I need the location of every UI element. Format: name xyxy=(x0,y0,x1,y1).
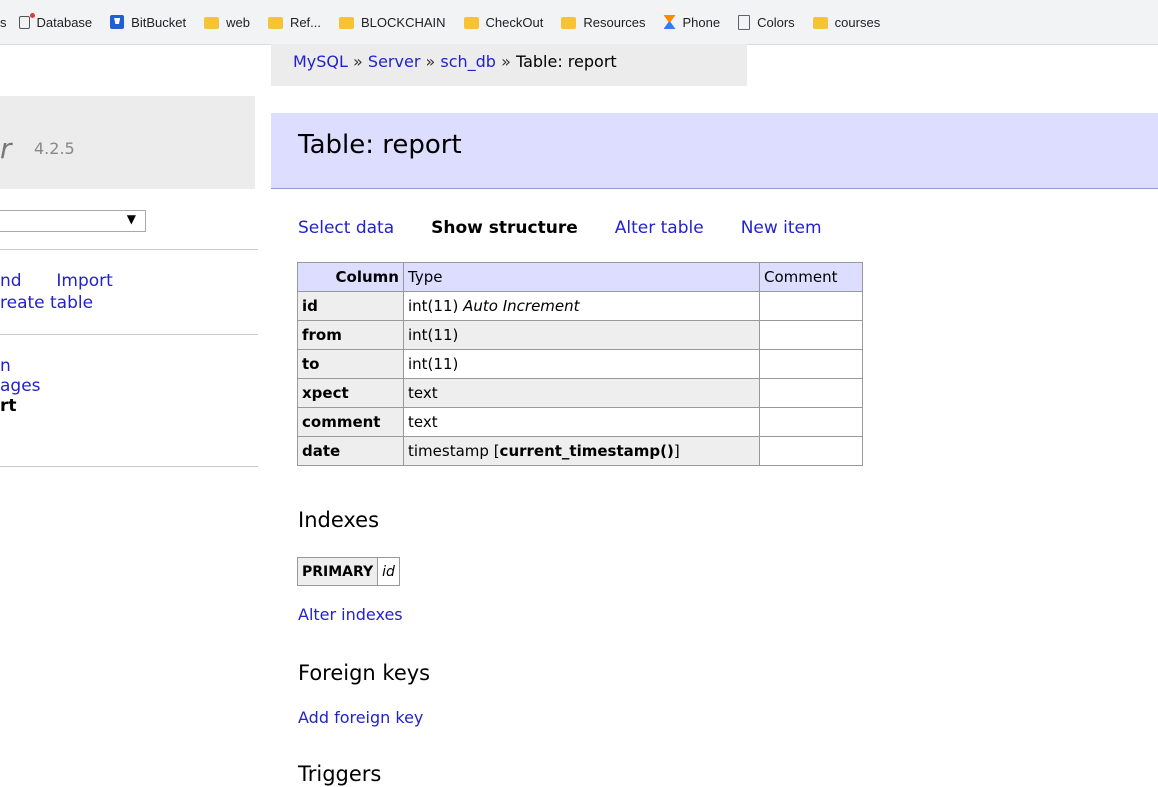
folder-icon xyxy=(812,17,828,29)
column-comment xyxy=(759,378,863,408)
app-logo-fragment[interactable]: r xyxy=(0,132,12,165)
bookmark-courses[interactable]: courses xyxy=(812,15,880,30)
column-name: id xyxy=(297,291,404,321)
column-type: int(11) Auto Increment xyxy=(403,291,760,321)
table-header: Table: report xyxy=(271,113,1158,189)
column-name: xpect xyxy=(297,378,404,408)
folder-icon xyxy=(463,17,479,29)
app-version: 4.2.5 xyxy=(34,139,75,158)
new-item-link[interactable]: New item xyxy=(741,218,822,238)
sql-command-link[interactable]: nd xyxy=(0,271,22,291)
bookmark-database[interactable]: Database xyxy=(18,12,92,30)
breadcrumb-separator: » xyxy=(425,52,436,71)
sidebar-table-item[interactable]: ages xyxy=(0,376,41,396)
page-title: Table: report xyxy=(298,130,462,160)
select-data-link[interactable]: Select data xyxy=(298,218,394,238)
index-type: PRIMARY xyxy=(296,557,379,586)
column-type: int(11) xyxy=(403,320,760,350)
column-header-comment: Comment xyxy=(759,262,863,292)
table-row: PRIMARY id xyxy=(296,557,400,586)
page-icon xyxy=(738,14,751,30)
sidebar-divider xyxy=(0,249,258,250)
database-icon xyxy=(18,12,35,29)
bookmarks-bar: s Database BitBucket web Ref... BLOCKCHA… xyxy=(0,0,1158,45)
breadcrumb-current: Table: report xyxy=(515,52,617,71)
import-link[interactable]: Import xyxy=(56,271,112,291)
bookmark-bitbucket[interactable]: BitBucket xyxy=(110,15,186,30)
column-header-type: Type xyxy=(403,262,760,292)
folder-icon xyxy=(561,17,577,29)
bookmark-ref[interactable]: Ref... xyxy=(267,15,321,30)
column-comment xyxy=(759,436,863,466)
breadcrumb-separator: » xyxy=(353,52,363,71)
column-name: date xyxy=(297,436,404,466)
column-comment xyxy=(759,407,863,437)
sidebar-divider xyxy=(0,334,258,335)
type-text: int(11) xyxy=(408,297,459,315)
sidebar-table-list: n ages rt xyxy=(0,356,41,416)
table-row: comment text xyxy=(297,407,863,437)
bitbucket-icon xyxy=(110,15,125,29)
bookmark-blockchain[interactable]: BLOCKCHAIN xyxy=(339,15,446,30)
show-structure-link[interactable]: Show structure xyxy=(431,218,578,238)
type-text: timestamp xyxy=(408,442,489,460)
sidebar-links: nd Import reate table xyxy=(0,270,113,314)
database-select[interactable]: ▼ xyxy=(0,210,146,232)
bookmark-resources[interactable]: Resources xyxy=(561,15,646,30)
table-actions: Select data Show structure Alter table N… xyxy=(298,218,859,238)
hourglass-icon xyxy=(663,15,676,29)
column-type: text xyxy=(403,407,760,437)
bookmark-colors[interactable]: Colors xyxy=(738,14,795,30)
breadcrumb-mysql[interactable]: MySQL xyxy=(293,52,348,71)
table-row: xpect text xyxy=(297,378,863,408)
dropdown-arrow-icon: ▼ xyxy=(126,212,136,226)
add-foreign-key-link[interactable]: Add foreign key xyxy=(298,708,423,727)
column-header-column: Column xyxy=(297,262,404,292)
bookmark-phone[interactable]: Phone xyxy=(663,15,720,30)
table-row: from int(11) xyxy=(297,320,863,350)
index-column: id xyxy=(377,557,400,586)
folder-icon xyxy=(339,17,355,29)
table-row: date timestamp [current_timestamp()] xyxy=(297,436,863,466)
foreign-keys-heading: Foreign keys xyxy=(298,661,431,685)
column-comment xyxy=(759,291,863,321)
bookmark-checkout[interactable]: CheckOut xyxy=(463,15,543,30)
alter-indexes-link[interactable]: Alter indexes xyxy=(298,605,403,624)
column-name: from xyxy=(297,320,404,350)
type-extra: Auto Increment xyxy=(463,297,580,315)
structure-table: Column Type Comment id int(11) Auto Incr… xyxy=(297,262,863,466)
triggers-heading: Triggers xyxy=(298,762,382,786)
column-comment xyxy=(759,349,863,379)
folder-icon xyxy=(267,17,283,29)
table-row: id int(11) Auto Increment xyxy=(297,291,863,321)
breadcrumb: MySQL » Server » sch_db » Table: report xyxy=(271,44,747,86)
indexes-heading: Indexes xyxy=(298,508,380,532)
table-row: to int(11) xyxy=(297,349,863,379)
bookmark-web[interactable]: web xyxy=(204,15,250,30)
breadcrumb-separator: » xyxy=(501,52,511,71)
sidebar-table-item[interactable]: n xyxy=(0,356,11,376)
breadcrumb-server[interactable]: Server xyxy=(368,52,420,71)
column-type: int(11) xyxy=(403,349,760,379)
default-value: current_timestamp() xyxy=(499,442,674,460)
column-type: timestamp [current_timestamp()] xyxy=(403,436,760,466)
alter-table-link[interactable]: Alter table xyxy=(615,218,704,238)
table-header-row: Column Type Comment xyxy=(297,262,863,292)
sidebar-table-item-active[interactable]: rt xyxy=(0,396,17,416)
column-comment xyxy=(759,320,863,350)
folder-icon xyxy=(204,17,220,29)
breadcrumb-database[interactable]: sch_db xyxy=(440,52,496,71)
column-type: text xyxy=(403,378,760,408)
column-name: to xyxy=(297,349,404,379)
column-name: comment xyxy=(297,407,404,437)
create-table-link[interactable]: reate table xyxy=(0,293,93,313)
indexes-table: PRIMARY id xyxy=(296,557,400,586)
bookmark-partial[interactable]: s xyxy=(0,15,7,30)
sidebar-divider xyxy=(0,466,258,467)
